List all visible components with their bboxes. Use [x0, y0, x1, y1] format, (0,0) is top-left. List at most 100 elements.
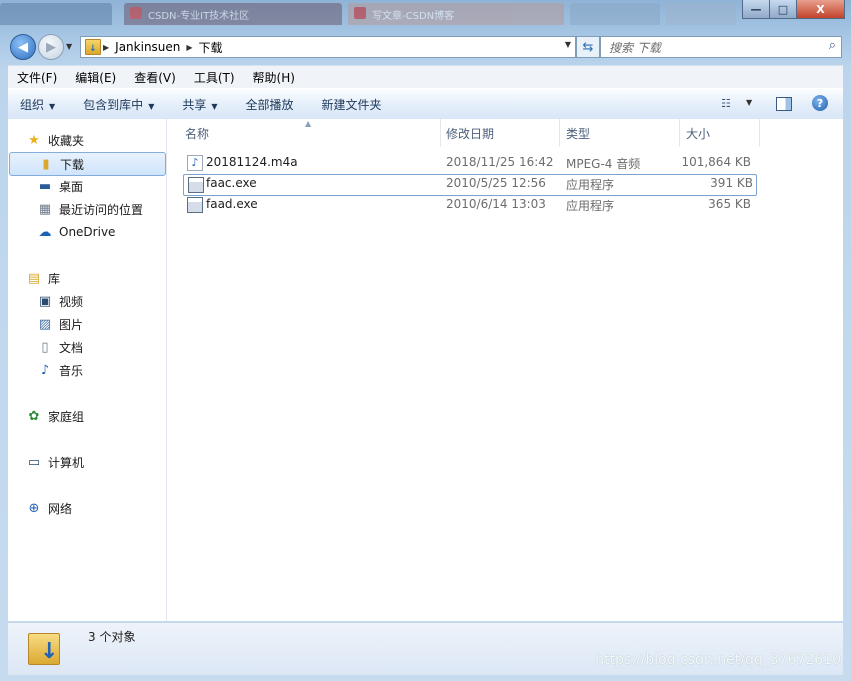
- column-label: 类型: [566, 126, 591, 141]
- refresh-icon: ⇆: [582, 39, 594, 55]
- nav-label: 桌面: [59, 179, 84, 194]
- menu-tools[interactable]: 工具(T): [185, 69, 244, 86]
- nav-music[interactable]: ♪ 音乐: [8, 359, 166, 381]
- folder-icon: ↓: [85, 39, 101, 55]
- recent-places-icon: ▦: [38, 201, 52, 217]
- nav-label: 图片: [59, 317, 84, 332]
- back-button[interactable]: ◀: [10, 34, 36, 60]
- column-label: 修改日期: [446, 126, 495, 141]
- column-type[interactable]: 类型: [566, 119, 590, 147]
- nav-label: 视频: [59, 294, 84, 309]
- search-icon[interactable]: ⌕: [829, 38, 836, 53]
- nav-videos[interactable]: ▣ 视频: [8, 290, 166, 312]
- nav-favorites[interactable]: ★ 收藏夹: [8, 129, 166, 151]
- nav-label: 最近访问的位置: [59, 202, 144, 217]
- column-name[interactable]: 名称: [185, 119, 209, 147]
- include-in-library-button[interactable]: 包含到库中 ▼: [74, 96, 163, 113]
- new-folder-button[interactable]: 新建文件夹: [313, 96, 391, 113]
- nav-downloads[interactable]: ▮ 下载: [9, 152, 166, 176]
- chevron-down-icon: ▼: [148, 101, 155, 111]
- tab-csdn[interactable]: CSDN-专业IT技术社区: [124, 3, 342, 25]
- menu-edit[interactable]: 编辑(E): [66, 69, 125, 86]
- address-row: ◀ ▶ ▼ ↓ ▶ Jankinsuen ▶ 下载 ▼ ⇆ 搜索 下载 ⌕: [8, 32, 843, 60]
- play-all-button[interactable]: 全部播放: [237, 96, 303, 113]
- cloud-icon: ☁: [38, 224, 52, 240]
- nav-onedrive[interactable]: ☁ OneDrive: [8, 221, 166, 243]
- search-placeholder: 搜索 下载: [609, 41, 661, 55]
- downloads-folder-icon: ▮: [42, 156, 50, 172]
- back-arrow-icon: ◀: [18, 39, 28, 55]
- organize-button[interactable]: 组织 ▼: [11, 96, 64, 113]
- nav-label: 计算机: [48, 455, 85, 470]
- column-divider[interactable]: [679, 119, 680, 147]
- menu-help[interactable]: 帮助(H): [244, 69, 304, 86]
- column-label: 大小: [686, 126, 711, 141]
- column-date[interactable]: 修改日期: [446, 119, 494, 147]
- address-bar[interactable]: ↓ ▶ Jankinsuen ▶ 下载 ▼: [80, 36, 576, 58]
- maximize-button[interactable]: □: [769, 0, 797, 19]
- organize-label: 组织: [20, 97, 45, 112]
- nav-recent[interactable]: ▦ 最近访问的位置: [8, 198, 166, 220]
- search-input[interactable]: 搜索 下载 ⌕: [600, 36, 842, 58]
- preview-pane-icon[interactable]: [776, 97, 792, 111]
- include-label: 包含到库中: [83, 97, 144, 112]
- nav-homegroup[interactable]: ✿ 家庭组: [8, 405, 166, 427]
- forward-button[interactable]: ▶: [38, 34, 64, 60]
- file-date: 2010/5/25 12:56: [446, 176, 546, 190]
- share-button[interactable]: 共享 ▼: [173, 96, 226, 113]
- nav-computer[interactable]: ▭ 计算机: [8, 451, 166, 473]
- exe-file-icon: [187, 197, 203, 213]
- background-tab: [570, 3, 660, 25]
- file-name: 20181124.m4a: [206, 155, 298, 169]
- picture-icon: ▨: [38, 316, 52, 332]
- file-row[interactable]: faad.exe 2010/6/14 13:03 应用程序 365 KB: [183, 195, 755, 215]
- csdn-icon: [130, 7, 142, 19]
- help-icon[interactable]: ?: [812, 95, 828, 111]
- column-divider[interactable]: [440, 119, 441, 147]
- exe-file-icon: [188, 177, 204, 193]
- breadcrumb-jankinsuen[interactable]: Jankinsuen: [115, 40, 180, 54]
- menu-view[interactable]: 查看(V): [125, 69, 185, 86]
- homegroup-icon: ✿: [28, 408, 40, 424]
- breadcrumb-downloads[interactable]: 下载: [199, 39, 223, 56]
- nav-library[interactable]: ▤ 库: [8, 267, 166, 289]
- minimize-button[interactable]: —: [742, 0, 770, 19]
- refresh-button[interactable]: ⇆: [576, 36, 600, 58]
- file-type: 应用程序: [566, 178, 615, 192]
- star-icon: ★: [28, 132, 40, 148]
- chevron-down-icon: ▼: [49, 101, 56, 111]
- column-divider[interactable]: [559, 119, 560, 147]
- file-size: 101,864 KB: [681, 155, 751, 169]
- nav-documents[interactable]: ▯ 文档: [8, 336, 166, 358]
- nav-pictures[interactable]: ▨ 图片: [8, 313, 166, 335]
- chevron-right-icon[interactable]: ▶: [186, 43, 192, 52]
- column-divider[interactable]: [759, 119, 760, 147]
- file-type: 应用程序: [566, 199, 615, 213]
- nav-network[interactable]: ⊕ 网络: [8, 497, 166, 519]
- minimize-icon: —: [750, 2, 762, 16]
- view-options-icon[interactable]: ☷: [721, 97, 735, 110]
- history-dropdown-icon[interactable]: ▼: [66, 42, 72, 51]
- nav-label: OneDrive: [59, 225, 116, 239]
- tab-write[interactable]: 写文章-CSDN博客: [348, 3, 564, 25]
- background-tab: [666, 3, 736, 25]
- background-tab: [0, 3, 112, 25]
- column-size[interactable]: 大小: [686, 119, 710, 147]
- nav-desktop[interactable]: ▬ 桌面: [8, 175, 166, 197]
- sort-ascending-icon: ▲: [305, 119, 312, 128]
- nav-label: 音乐: [59, 363, 84, 378]
- file-name: faad.exe: [206, 197, 258, 211]
- desktop-icon: ▬: [38, 178, 52, 194]
- file-row[interactable]: faac.exe 2010/5/25 12:56 应用程序 391 KB: [183, 174, 757, 196]
- file-row[interactable]: ♪ 20181124.m4a 2018/11/25 16:42 MPEG-4 音…: [183, 153, 755, 173]
- file-size: 391 KB: [710, 176, 753, 190]
- chevron-down-icon: ▼: [211, 101, 218, 111]
- address-dropdown-icon[interactable]: ▼: [565, 40, 571, 49]
- menu-bar: 文件(F) 编辑(E) 查看(V) 工具(T) 帮助(H): [8, 65, 843, 88]
- file-list: ▲ 名称 修改日期 类型 大小 ♪ 20181124.m4a 2018/11/2…: [167, 119, 843, 621]
- library-icon: ▤: [27, 270, 41, 286]
- menu-file[interactable]: 文件(F): [8, 69, 66, 86]
- view-dropdown-icon[interactable]: ▼: [746, 98, 752, 107]
- close-button[interactable]: X: [796, 0, 845, 19]
- chevron-right-icon[interactable]: ▶: [103, 43, 109, 52]
